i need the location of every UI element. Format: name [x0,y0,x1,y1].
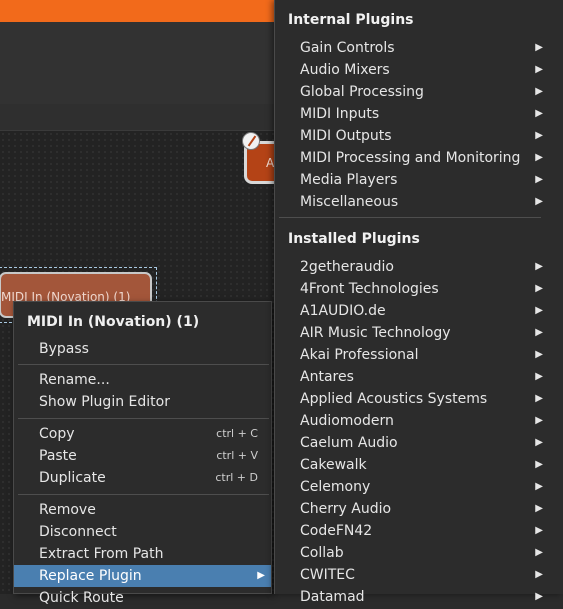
plugin-node-a-label: A [266,156,275,170]
installed-plugin-vendor-item-label: Caelum Audio [300,435,398,451]
internal-plugin-category-item-label: Global Processing [300,84,424,100]
chevron-right-icon: ▶ [535,569,543,580]
installed-plugin-vendor-item-label: Cakewalk [300,457,367,473]
menu-separator [18,364,269,365]
installed-plugin-vendor-item[interactable]: CWITEC ▶ [275,564,562,586]
internal-plugin-category-item[interactable]: Media Players ▶ [275,169,562,191]
installed-plugin-vendor-item-label: 4Front Technologies [300,281,439,297]
menu-item-duplicate[interactable]: Duplicate ctrl + D [14,467,271,489]
installed-plugin-vendor-item[interactable]: Celemony ▶ [275,476,562,498]
menu-separator [279,217,541,218]
chevron-right-icon: ▶ [535,481,543,492]
installed-plugin-vendor-item-label: Audiomodern [300,413,394,429]
internal-plugin-category-item-label: Audio Mixers [300,62,390,78]
chevron-right-icon: ▶ [535,130,543,141]
chevron-right-icon: ▶ [535,525,543,536]
internal-plugin-category-item-label: Gain Controls [300,40,395,56]
menu-item-quick-route[interactable]: Quick Route [14,587,271,609]
installed-plugin-vendor-item-label: Collab [300,545,344,561]
installed-plugin-vendor-item-label: Cherry Audio [300,501,392,517]
internal-plugin-category-item-label: MIDI Inputs [300,106,380,122]
shortcut-copy: ctrl + C [216,427,258,440]
installed-plugin-vendor-item[interactable]: Cakewalk ▶ [275,454,562,476]
internal-plugin-category-item[interactable]: Audio Mixers ▶ [275,59,562,81]
internal-plugin-category-item[interactable]: Global Processing ▶ [275,81,562,103]
edit-pin-icon[interactable] [242,132,260,150]
installed-plugin-vendor-item[interactable]: Collab ▶ [275,542,562,564]
menu-separator [18,494,269,495]
shortcut-duplicate: ctrl + D [215,471,258,484]
chevron-right-icon: ▶ [535,283,543,294]
menu-item-show-plugin-editor[interactable]: Show Plugin Editor [14,391,271,413]
menu-item-paste[interactable]: Paste ctrl + V [14,445,271,467]
menu-item-extract-from-path[interactable]: Extract From Path [14,543,271,565]
installed-plugin-vendor-item[interactable]: Antares ▶ [275,366,562,388]
chevron-right-icon: ▶ [535,174,543,185]
internal-plugin-category-item[interactable]: Miscellaneous ▶ [275,191,562,213]
chevron-right-icon: ▶ [535,393,543,404]
shortcut-paste: ctrl + V [216,449,258,462]
installed-plugin-vendor-item-label: Akai Professional [300,347,419,363]
chevron-right-icon: ▶ [535,591,543,602]
chevron-right-icon: ▶ [535,437,543,448]
chevron-right-icon: ▶ [535,305,543,316]
context-menu-title: MIDI In (Novation) (1) [27,314,200,330]
menu-item-disconnect[interactable]: Disconnect [14,521,271,543]
installed-plugin-vendor-item-label: Applied Acoustics Systems [300,391,488,407]
chevron-right-icon: ▶ [535,64,543,75]
chevron-right-icon: ▶ [535,108,543,119]
installed-plugin-vendor-item[interactable]: CodeFN42 ▶ [275,520,562,542]
installed-plugin-vendor-item[interactable]: Audiomodern ▶ [275,410,562,432]
installed-plugin-vendor-item-label: Celemony [300,479,371,495]
installed-plugin-vendor-item-label: Antares [300,369,354,385]
installed-plugin-vendor-item-label: A1AUDIO.de [300,303,386,319]
chevron-right-icon: ▶ [535,415,543,426]
internal-plugin-category-item[interactable]: MIDI Processing and Monitoring ▶ [275,147,562,169]
menu-separator [18,418,269,419]
installed-plugin-vendor-item[interactable]: AIR Music Technology ▶ [275,322,562,344]
installed-plugin-vendor-item-label: CodeFN42 [300,523,373,539]
installed-plugin-vendor-item-label: 2getheraudio [300,259,394,275]
menu-item-remove[interactable]: Remove [14,499,271,521]
node-context-menu: MIDI In (Novation) (1) Bypass Rename... … [13,301,272,606]
plugin-submenu: Internal Plugins Gain Controls ▶ Audio Mix… [274,0,563,605]
internal-plugin-category-item-label: Media Players [300,172,398,188]
menu-item-bypass[interactable]: Bypass [14,338,271,360]
installed-plugin-vendor-item-label: Datamad [300,589,365,605]
menu-item-rename[interactable]: Rename... [14,369,271,391]
internal-plugin-category-item[interactable]: MIDI Inputs ▶ [275,103,562,125]
installed-plugin-vendor-item-label: CWITEC [300,567,355,583]
internal-plugins-header: Internal Plugins [288,12,414,28]
menu-item-replace-plugin[interactable]: Replace Plugin ▶ [14,565,271,587]
installed-plugin-vendor-item[interactable]: A1AUDIO.de ▶ [275,300,562,322]
installed-plugin-vendor-item[interactable]: Cherry Audio ▶ [275,498,562,520]
installed-plugin-vendor-item[interactable]: Datamad ▶ [275,586,562,608]
internal-plugin-category-item[interactable]: MIDI Outputs ▶ [275,125,562,147]
installed-plugin-vendor-item[interactable]: Applied Acoustics Systems ▶ [275,388,562,410]
chevron-right-icon: ▶ [535,349,543,360]
installed-plugin-vendor-item[interactable]: 2getheraudio ▶ [275,256,562,278]
chevron-right-icon: ▶ [535,86,543,97]
chevron-right-icon: ▶ [535,503,543,514]
internal-plugin-category-item-label: MIDI Processing and Monitoring [300,150,521,166]
menu-item-copy[interactable]: Copy ctrl + C [14,423,271,445]
internal-plugin-category-item-label: MIDI Outputs [300,128,392,144]
chevron-right-icon: ▶ [535,547,543,558]
chevron-right-icon: ▶ [535,152,543,163]
chevron-right-icon: ▶ [535,196,543,207]
installed-plugins-header: Installed Plugins [288,231,420,247]
chevron-right-icon: ▶ [535,459,543,470]
chevron-right-icon: ▶ [535,327,543,338]
internal-plugin-category-item[interactable]: Gain Controls ▶ [275,37,562,59]
chevron-right-icon: ▶ [535,371,543,382]
installed-plugin-vendor-item-label: AIR Music Technology [300,325,451,341]
chevron-right-icon: ▶ [535,261,543,272]
installed-plugin-vendor-item[interactable]: Caelum Audio ▶ [275,432,562,454]
installed-plugin-vendor-item[interactable]: Akai Professional ▶ [275,344,562,366]
submenu-arrow-icon: ▶ [257,570,265,581]
internal-plugin-category-item-label: Miscellaneous [300,194,399,210]
installed-plugin-vendor-item[interactable]: 4Front Technologies ▶ [275,278,562,300]
chevron-right-icon: ▶ [535,42,543,53]
